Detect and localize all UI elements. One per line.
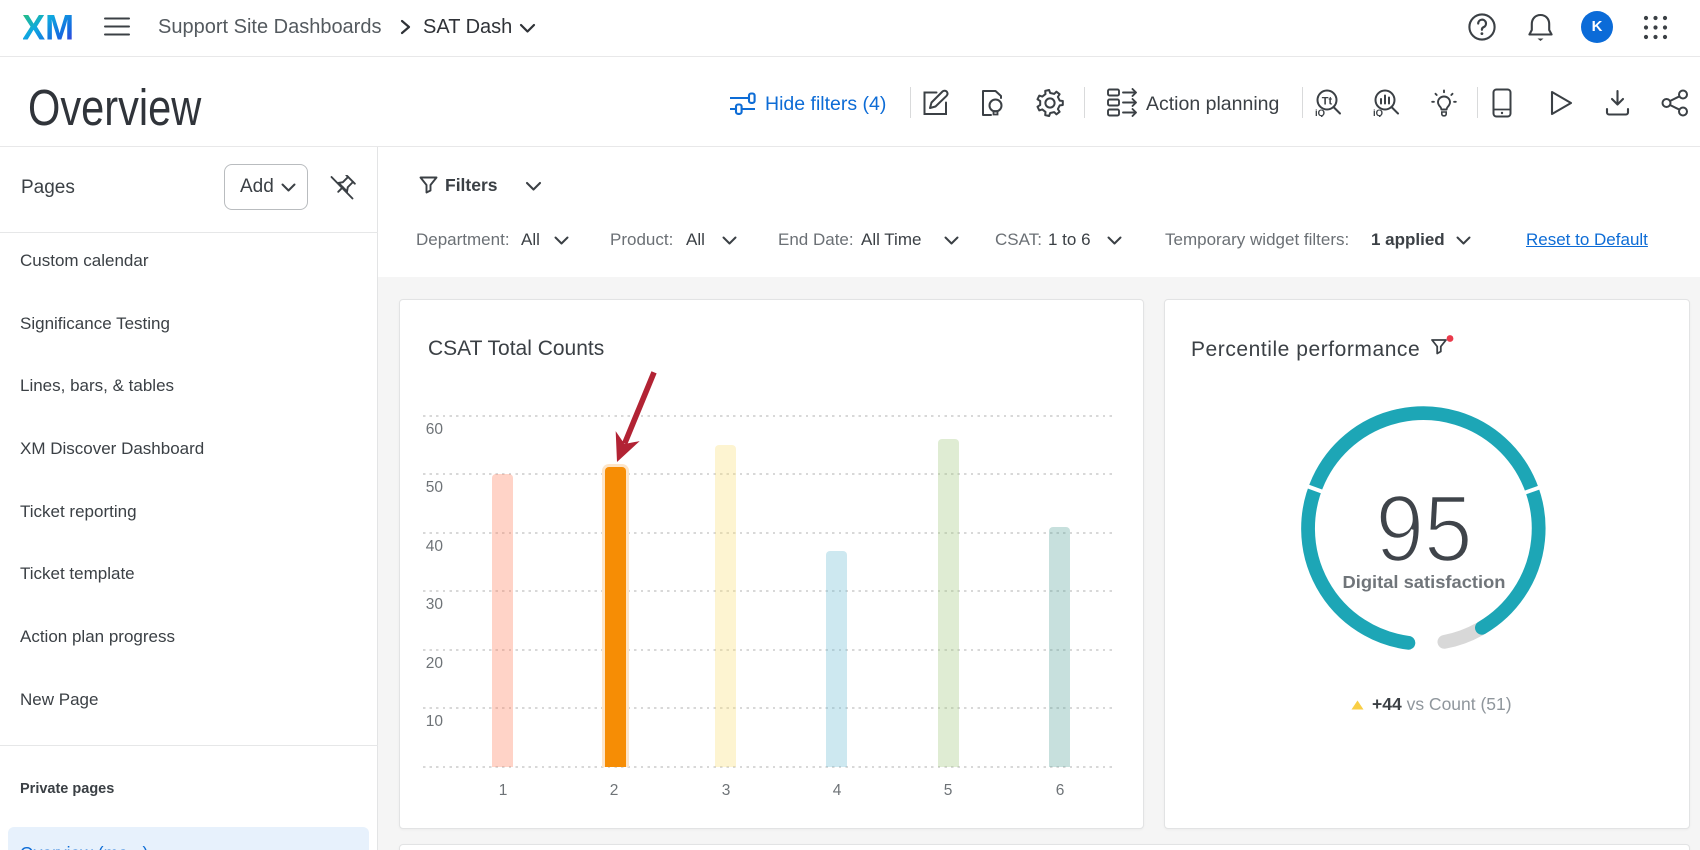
svg-text:XM: XM [23, 13, 74, 41]
svg-text:Tt: Tt [1322, 96, 1333, 108]
svg-text:iQ: iQ [1315, 108, 1325, 117]
svg-text:95: 95 [1376, 476, 1473, 582]
svg-text:Digital satisfaction: Digital satisfaction [1343, 572, 1506, 592]
svg-text:iQ: iQ [1373, 108, 1383, 117]
